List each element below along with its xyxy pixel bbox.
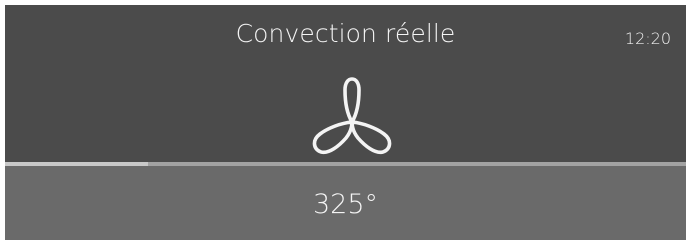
mode-panel: Convection réelle 12:20	[5, 5, 686, 162]
clock: 12:20	[624, 29, 671, 48]
temperature-panel[interactable]: 325°	[5, 166, 686, 240]
fan-icon	[303, 74, 401, 156]
temperature-value: 325°	[312, 189, 379, 220]
oven-display: Convection réelle 12:20 325°	[5, 5, 686, 240]
mode-title: Convection réelle	[235, 19, 456, 48]
